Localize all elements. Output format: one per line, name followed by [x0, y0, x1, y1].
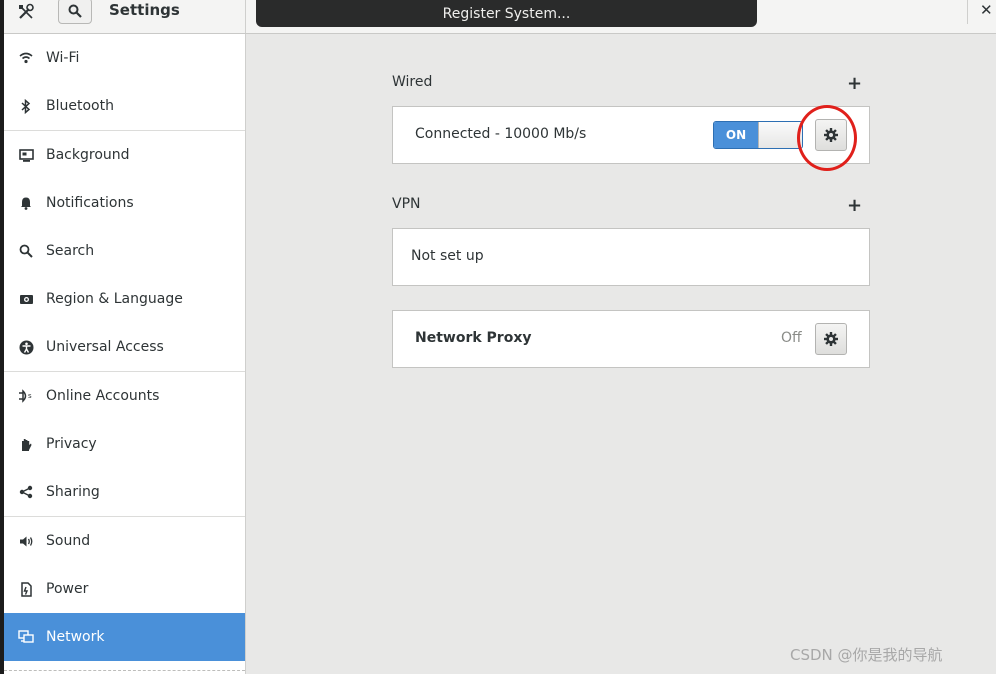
wired-status: Connected - 10000 Mb/s	[415, 126, 587, 142]
network-proxy-status: Off	[781, 330, 802, 346]
network-icon	[18, 629, 34, 645]
sidebar-item-label: Online Accounts	[46, 388, 160, 404]
search-icon	[68, 4, 82, 18]
sidebar-item-label: Search	[46, 243, 95, 259]
wired-section-title: Wired	[392, 74, 433, 90]
sidebar-item-region-language[interactable]: Region & Language	[4, 275, 245, 323]
sidebar-item-universal-access[interactable]: Universal Access	[4, 323, 245, 371]
vpn-section-title: VPN	[392, 196, 421, 212]
watermark: CSDN @你是我的导航	[790, 646, 943, 664]
sidebar-divider	[4, 670, 245, 671]
gear-icon	[824, 332, 838, 346]
background-icon	[18, 147, 34, 163]
sidebar-item-online-accounts[interactable]: s Online Accounts	[4, 372, 245, 420]
sidebar-item-label: Bluetooth	[46, 98, 114, 114]
sidebar-item-label: Sound	[46, 533, 91, 549]
sidebar-item-power[interactable]: Power	[4, 565, 245, 613]
sidebar-item-label: Network	[46, 629, 105, 645]
proxy-settings-button[interactable]	[815, 323, 847, 355]
sidebar-item-sharing[interactable]: Sharing	[4, 468, 245, 516]
sidebar-item-bluetooth[interactable]: Bluetooth	[4, 82, 245, 130]
sidebar-item-background[interactable]: Background	[4, 131, 245, 179]
search-icon	[18, 243, 34, 259]
bell-icon	[18, 195, 34, 211]
wifi-icon	[18, 50, 34, 66]
vpn-status: Not set up	[411, 248, 484, 264]
close-icon[interactable]: ✕	[980, 1, 993, 19]
toggle-knob	[758, 122, 802, 148]
sidebar-item-label: Background	[46, 147, 130, 163]
sidebar-item-notifications[interactable]: Notifications	[4, 179, 245, 227]
register-system-banner[interactable]: Register System...	[256, 0, 757, 27]
network-proxy-title: Network Proxy	[415, 330, 532, 346]
network-proxy-panel[interactable]: Network Proxy Off	[392, 310, 870, 368]
add-vpn-button[interactable]: +	[847, 197, 862, 215]
svg-text:s: s	[28, 392, 32, 400]
hand-icon	[18, 436, 34, 452]
sidebar-item-label: Universal Access	[46, 339, 164, 355]
accessibility-icon	[18, 339, 34, 355]
vpn-panel: Not set up	[392, 228, 870, 286]
annotation-circle	[797, 105, 857, 171]
sidebar: Wi-Fi Bluetooth Background Notifications…	[4, 34, 246, 674]
sidebar-item-label: Wi-Fi	[46, 50, 80, 66]
sidebar-item-sound[interactable]: Sound	[4, 517, 245, 565]
sidebar-item-search[interactable]: Search	[4, 227, 245, 275]
window-title: Settings	[109, 1, 180, 19]
sidebar-item-label: Region & Language	[46, 291, 183, 307]
sidebar-item-network[interactable]: Network	[4, 613, 245, 661]
toggle-on-label: ON	[714, 122, 758, 148]
power-icon	[18, 581, 34, 597]
online-accounts-icon: s	[18, 388, 34, 404]
header-divider	[245, 0, 246, 33]
wired-toggle[interactable]: ON	[713, 121, 803, 149]
close-divider	[967, 0, 968, 24]
share-icon	[18, 484, 34, 500]
camera-icon	[18, 291, 34, 307]
sidebar-item-label: Power	[46, 581, 89, 597]
sidebar-item-label: Notifications	[46, 195, 134, 211]
sidebar-item-privacy[interactable]: Privacy	[4, 420, 245, 468]
settings-tools-icon[interactable]	[9, 0, 43, 24]
header-search-button[interactable]	[58, 0, 92, 24]
sidebar-item-label: Sharing	[46, 484, 100, 500]
add-wired-button[interactable]: +	[847, 75, 862, 93]
banner-text: Register System...	[442, 5, 571, 22]
sidebar-item-wifi[interactable]: Wi-Fi	[4, 34, 245, 82]
bluetooth-icon	[18, 98, 34, 114]
sidebar-item-label: Privacy	[46, 436, 97, 452]
speaker-icon	[18, 533, 34, 549]
